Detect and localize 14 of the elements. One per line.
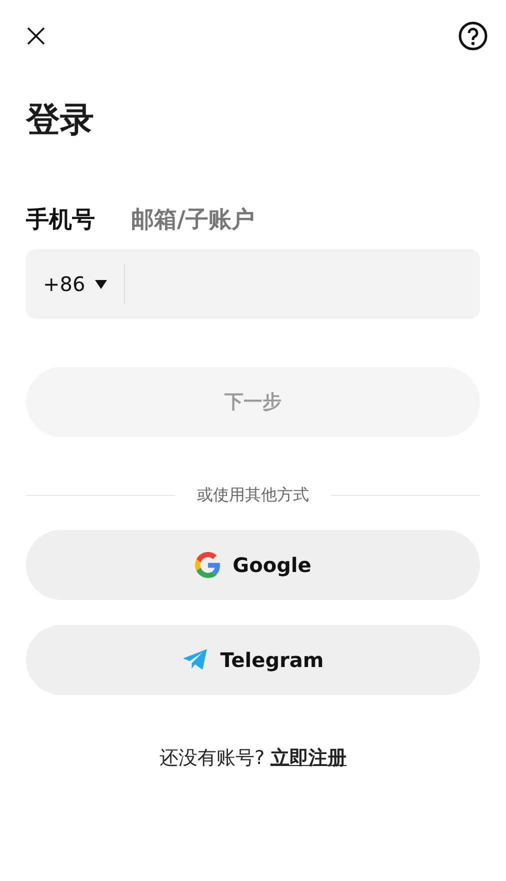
country-code-selector[interactable]: +86 <box>26 264 126 304</box>
signup-prompt: 还没有账号? <box>159 746 265 771</box>
login-tab[interactable]: 邮箱/子账户 <box>131 204 254 235</box>
google-icon <box>194 552 221 578</box>
caret-icon <box>95 280 108 288</box>
help-icon[interactable] <box>458 21 488 51</box>
phone-field[interactable]: +86 <box>26 249 480 319</box>
close-icon[interactable] <box>26 26 46 46</box>
divider-label: 或使用其他方式 <box>197 485 309 506</box>
login-tab[interactable]: 手机号 <box>26 204 95 235</box>
social-login-button[interactable]: Google <box>26 530 480 600</box>
page-title: 登录 <box>26 99 95 142</box>
signup-link[interactable]: 立即注册 <box>270 745 347 771</box>
social-login-button[interactable]: Telegram <box>26 625 480 695</box>
